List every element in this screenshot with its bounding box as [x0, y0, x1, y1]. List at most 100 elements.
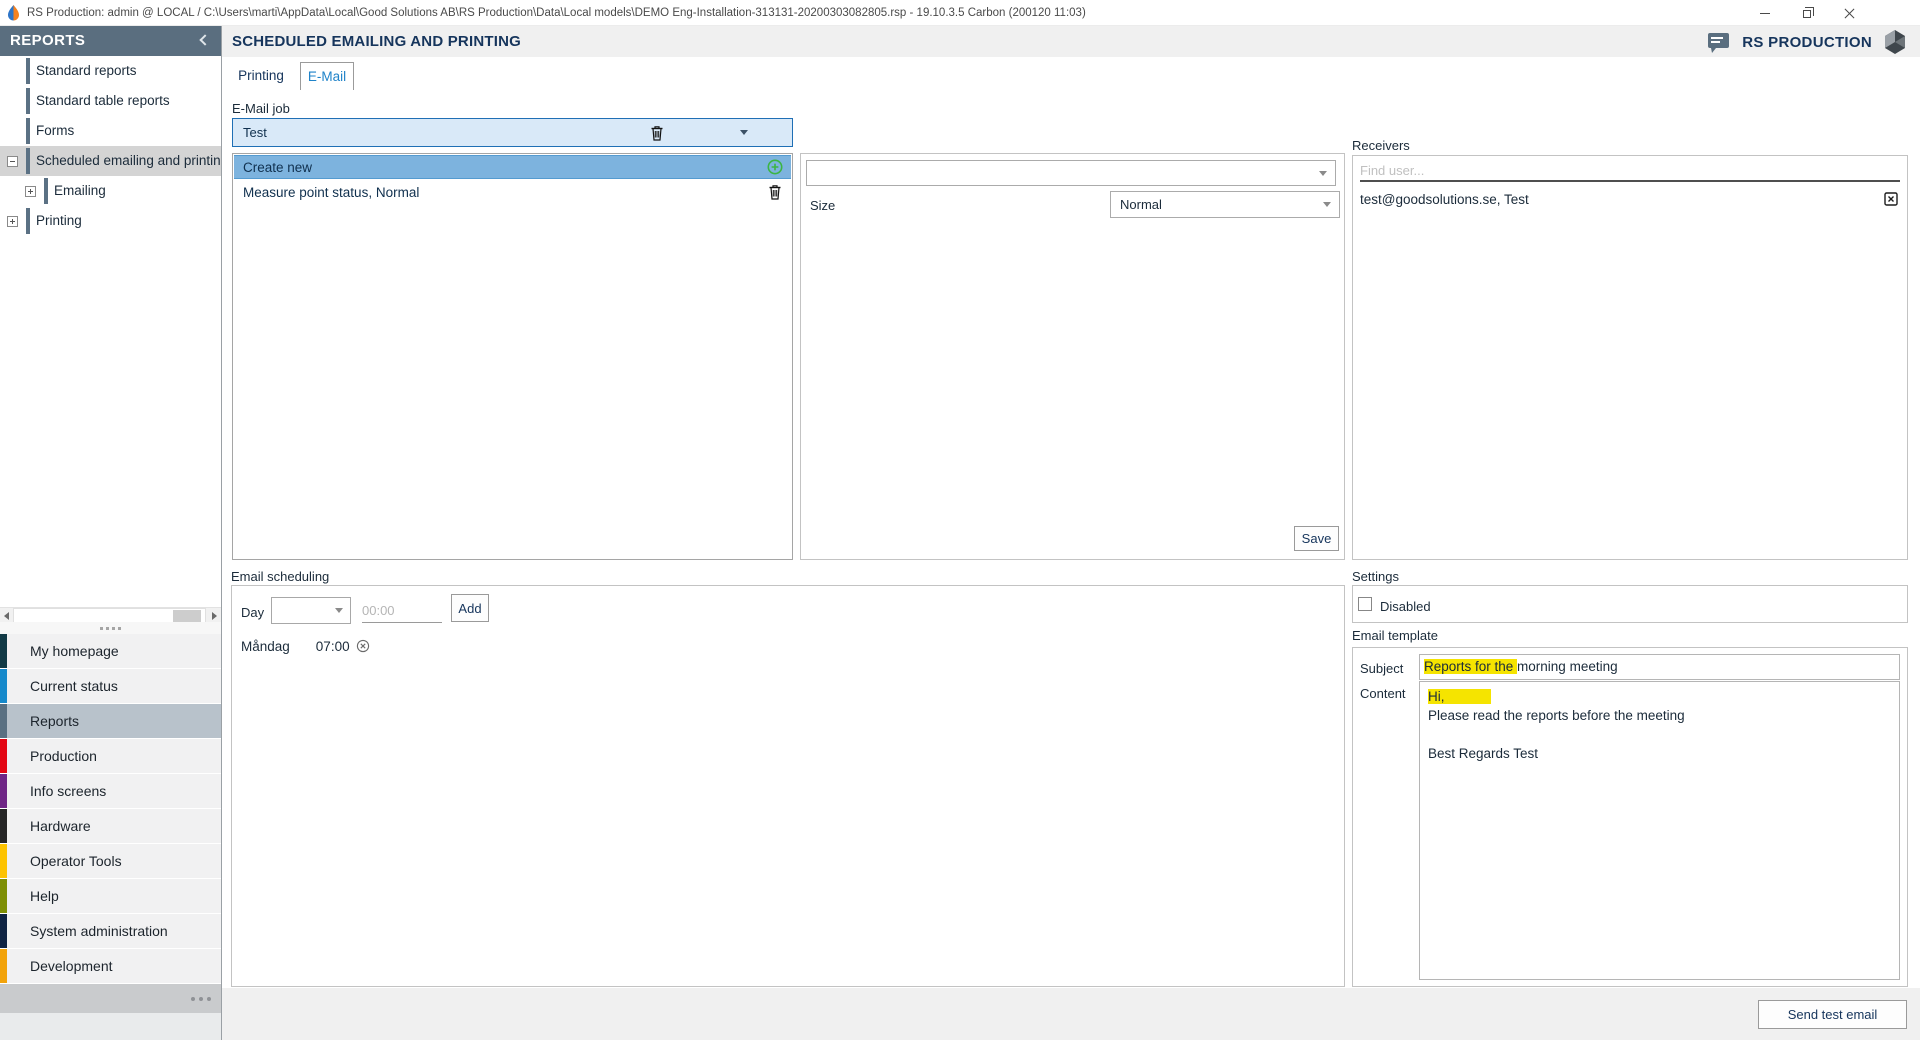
flag-icon	[3, 1022, 20, 1034]
job-list-item-create-new[interactable]: Create new	[234, 155, 791, 179]
sidebar-item-production[interactable]: Production	[0, 739, 221, 773]
receiver-list-item[interactable]: test@goodsolutions.se, Test	[1354, 188, 1906, 210]
time-input[interactable]	[362, 598, 442, 623]
nav-color-stripe	[0, 949, 7, 983]
email-job-list: Create new Measure point status, Normal	[232, 153, 793, 560]
app-logo-icon	[6, 5, 21, 21]
tree-accent-bar	[26, 58, 30, 84]
nav-item-label: Current status	[30, 678, 118, 694]
add-job-plus-icon[interactable]	[767, 159, 783, 175]
scroll-right-icon	[212, 612, 217, 620]
remove-receiver-icon[interactable]	[1884, 192, 1898, 206]
tree-accent-bar	[26, 88, 30, 114]
delete-job-trash-icon[interactable]	[650, 125, 664, 141]
scroll-left-icon	[4, 612, 9, 620]
brand-area: RS PRODUCTION	[1707, 30, 1906, 54]
sidebar-item-current-status[interactable]: Current status	[0, 669, 221, 703]
email-job-combobox[interactable]: Test	[232, 118, 793, 147]
subject-text: morning meeting	[1517, 659, 1618, 674]
email-scheduling-label: Email scheduling	[231, 569, 329, 584]
scrollbar-track[interactable]	[13, 608, 206, 623]
tree-item-standard-table-reports[interactable]: Standard table reports	[0, 86, 221, 116]
tree-item-standard-reports[interactable]: Standard reports	[0, 56, 221, 86]
subject-label: Subject	[1360, 661, 1403, 676]
more-options-icon[interactable]	[191, 997, 211, 1001]
scroll-left-button[interactable]	[0, 608, 13, 623]
nav-color-stripe	[0, 704, 7, 738]
tree-item-emailing[interactable]: Emailing	[0, 176, 221, 206]
tree-item-label: Emailing	[54, 183, 106, 198]
nav-color-stripe	[0, 844, 7, 878]
tree-accent-bar	[26, 208, 30, 234]
day-label: Day	[241, 605, 264, 620]
main-footer	[222, 988, 1920, 1040]
nav-item-label: Reports	[30, 713, 79, 729]
page-header: SCHEDULED EMAILING AND PRINTING RS PRODU…	[222, 26, 1920, 57]
tree-item-label: Forms	[36, 123, 74, 138]
nav-item-label: My homepage	[30, 643, 119, 659]
schedule-entry-row: Måndag 07:00	[241, 637, 370, 655]
close-button[interactable]	[1829, 0, 1869, 26]
nav-item-label: Help	[30, 888, 59, 904]
collapse-sidebar-icon[interactable]	[199, 34, 210, 45]
add-schedule-button[interactable]: Add	[451, 594, 489, 622]
settings-label: Settings	[1352, 569, 1399, 584]
tree-item-forms[interactable]: Forms	[0, 116, 221, 146]
disabled-checkbox[interactable]	[1358, 597, 1372, 611]
sidebar-item-info-screens[interactable]: Info screens	[0, 774, 221, 808]
sidebar-item-hardware[interactable]: Hardware	[0, 809, 221, 843]
sidebar-item-system-administration[interactable]: System administration	[0, 914, 221, 948]
chat-icon[interactable]	[1707, 32, 1730, 53]
tree-accent-bar	[44, 178, 48, 204]
expand-expander-icon[interactable]	[25, 186, 36, 197]
content-highlighted-text: Hi,	[1428, 689, 1491, 704]
size-label: Size	[810, 198, 835, 213]
sidebar-item-my-homepage[interactable]: My homepage	[0, 634, 221, 668]
receivers-panel	[1352, 155, 1908, 560]
day-select[interactable]	[271, 597, 351, 624]
tab-printing[interactable]: Printing	[232, 62, 290, 90]
nav-color-stripe	[0, 879, 7, 913]
send-test-email-button[interactable]: Send test email	[1758, 1000, 1907, 1029]
tab-email[interactable]: E-Mail	[300, 62, 354, 90]
tree-accent-bar	[26, 148, 30, 174]
tree-horizontal-scrollbar[interactable]	[0, 607, 221, 622]
subject-input[interactable]: Reports for the morning meeting	[1419, 654, 1900, 680]
tree-item-scheduled-emailing[interactable]: Scheduled emailing and printing	[0, 146, 221, 176]
page-title: SCHEDULED EMAILING AND PRINTING	[232, 33, 521, 50]
tree-accent-bar	[26, 118, 30, 144]
sidebar-item-reports[interactable]: Reports	[0, 704, 221, 738]
nav-color-stripe	[0, 914, 7, 948]
delete-job-trash-icon[interactable]	[768, 184, 782, 200]
sidebar-splitter-handle[interactable]	[0, 622, 221, 634]
sidebar-item-operator-tools[interactable]: Operator Tools	[0, 844, 221, 878]
job-list-item-measure-point-status[interactable]: Measure point status, Normal	[234, 180, 791, 204]
tree-item-printing[interactable]: Printing	[0, 206, 221, 236]
scroll-right-button[interactable]	[208, 608, 221, 623]
rs-production-window: RS Production: admin @ LOCAL / C:\Users\…	[0, 0, 1920, 1040]
sidebar-title: REPORTS	[10, 32, 85, 49]
content-textarea[interactable]: Hi, Please read the reports before the m…	[1419, 681, 1900, 980]
sidebar-item-help[interactable]: Help	[0, 879, 221, 913]
content-label: Content	[1360, 686, 1406, 701]
email-job-label: E-Mail job	[232, 101, 290, 116]
restore-button[interactable]	[1787, 0, 1827, 26]
size-select[interactable]: Normal	[1110, 191, 1340, 218]
sidebar-item-development[interactable]: Development	[0, 949, 221, 983]
minimize-button[interactable]	[1745, 0, 1785, 26]
collapse-expander-icon[interactable]	[7, 156, 18, 167]
nav-color-stripe	[0, 809, 7, 843]
dropdown-icon	[1323, 202, 1331, 207]
save-button[interactable]: Save	[1294, 526, 1339, 551]
email-template-label: Email template	[1352, 628, 1438, 643]
brand-name: RS PRODUCTION	[1742, 34, 1872, 51]
scrollbar-thumb[interactable]	[173, 610, 201, 622]
sidebar: REPORTS Standard reports Standard table …	[0, 26, 222, 1040]
find-user-input[interactable]	[1360, 160, 1900, 182]
sidebar-header: REPORTS	[0, 26, 221, 56]
report-select[interactable]	[806, 160, 1336, 186]
remove-schedule-icon[interactable]	[356, 639, 370, 653]
combobox-dropdown-icon[interactable]	[740, 130, 748, 135]
hexagon-logo-icon	[1884, 30, 1906, 54]
expand-expander-icon[interactable]	[7, 216, 18, 227]
